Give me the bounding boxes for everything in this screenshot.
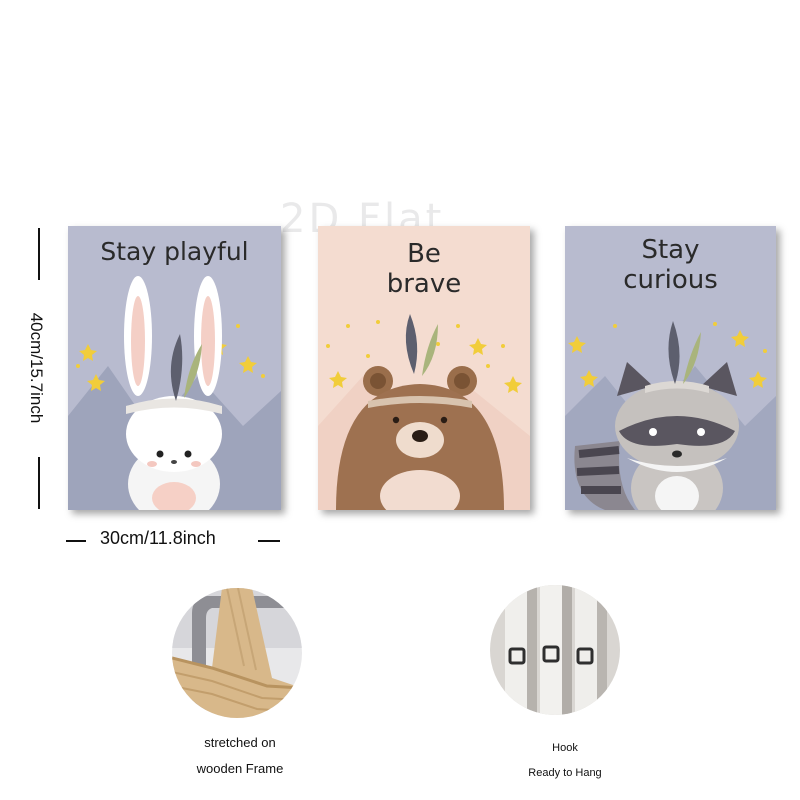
panel-rabbit: Stay playful (68, 226, 281, 510)
panel-bear: Be brave (318, 226, 530, 510)
rabbit-illustration (68, 226, 281, 510)
dimension-bar (38, 228, 40, 280)
caption-line: brave (386, 268, 462, 299)
dimension-bar (258, 540, 280, 542)
caption-line: curious (623, 264, 718, 295)
panel-caption: Stay curious (565, 235, 776, 296)
feature-label-line: Ready to Hang (528, 767, 602, 779)
caption-line: Stay (641, 235, 700, 265)
panel-caption: Be brave (318, 239, 530, 300)
panel-caption: Stay playful (100, 237, 249, 266)
dimension-bar (66, 540, 86, 542)
dimension-bar (38, 457, 40, 509)
hook-feature-label: Hook Ready to Hang (505, 736, 625, 786)
hanging-hook-icon (490, 585, 620, 715)
wooden-frame-corner-icon (172, 588, 302, 718)
feature-label-line: stretched on (204, 735, 276, 750)
feature-label-line: wooden Frame (196, 761, 284, 776)
feature-label-line: Hook (552, 742, 578, 754)
height-label: 40cm/15.7inch (27, 312, 46, 424)
frame-feature-label: stretched on wooden Frame (170, 730, 310, 782)
width-label: 30cm/11.8inch (100, 528, 216, 548)
caption-line: Be (407, 239, 441, 269)
panel-raccoon: Stay curious (565, 226, 776, 510)
